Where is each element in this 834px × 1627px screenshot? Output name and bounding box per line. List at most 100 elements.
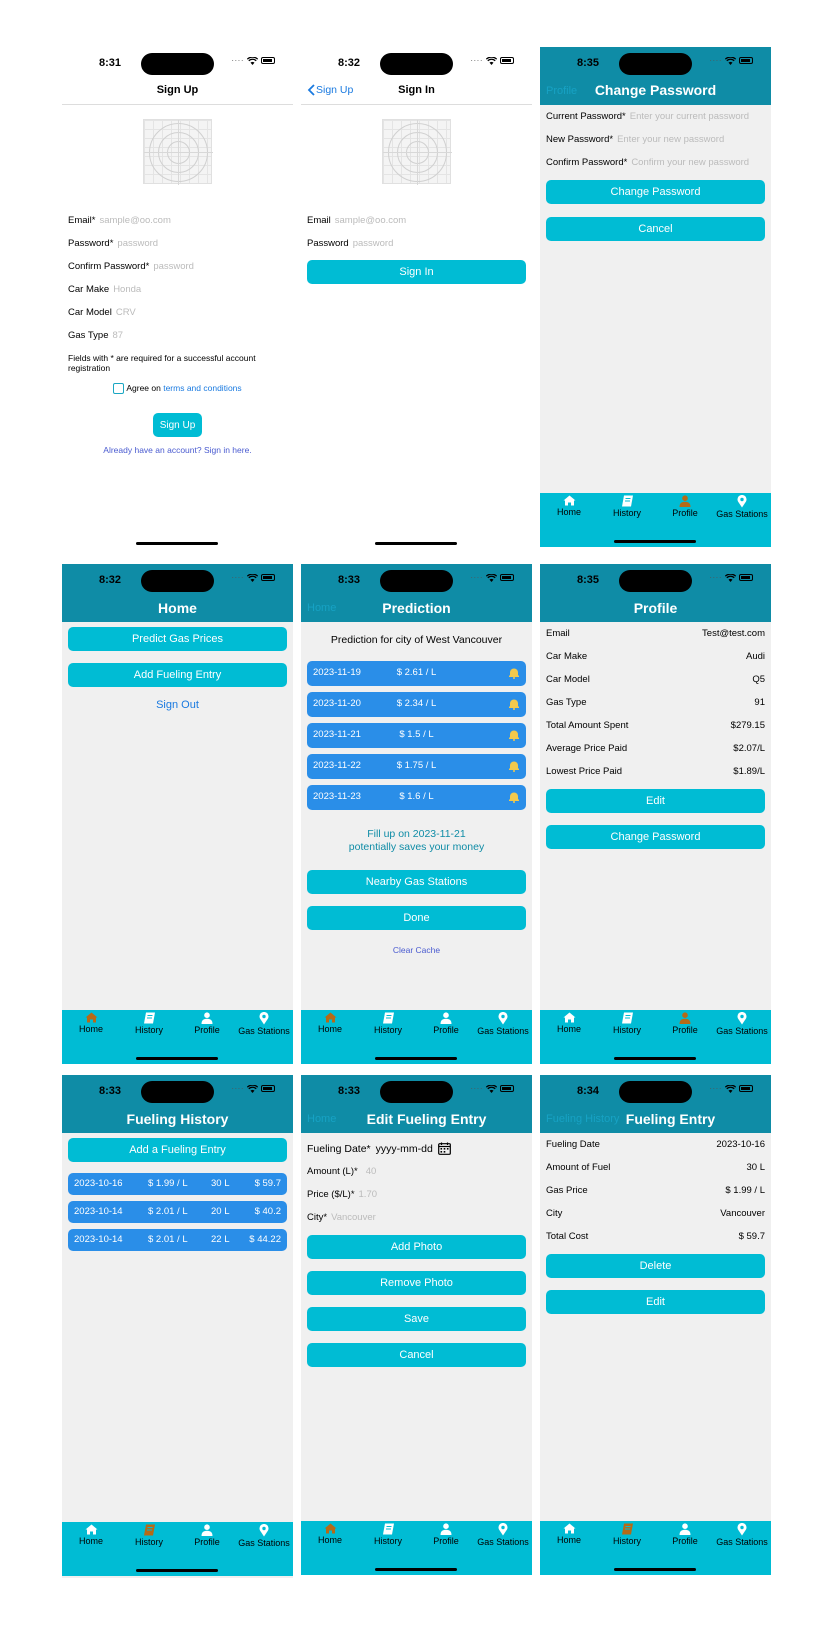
prediction-row[interactable]: 2023-11-20 $ 2.34 / L — [307, 692, 526, 717]
tab-history[interactable]: History — [120, 1524, 178, 1547]
add-fueling-entry-button[interactable]: Add Fueling Entry — [68, 663, 287, 687]
tab-bar: Home History Profile Gas Stations — [540, 1521, 771, 1575]
sign-up-button[interactable]: Sign Up — [153, 413, 202, 437]
tab-history[interactable]: History — [598, 1012, 656, 1035]
gas-type-field[interactable]: Gas Type 87 — [68, 330, 123, 341]
page-title: Edit Fueling Entry — [366, 1111, 487, 1127]
add-photo-button[interactable]: Add Photo — [307, 1235, 526, 1259]
tab-history[interactable]: History — [359, 1523, 417, 1546]
remove-photo-button[interactable]: Remove Photo — [307, 1271, 526, 1295]
tab-home[interactable]: Home — [540, 495, 598, 517]
save-button[interactable]: Save — [307, 1307, 526, 1331]
tab-profile[interactable]: Profile — [656, 495, 714, 518]
terms-link[interactable]: terms and conditions — [163, 383, 241, 393]
edit-button[interactable]: Edit — [546, 789, 765, 813]
tab-history[interactable]: History — [359, 1012, 417, 1035]
tab-profile[interactable]: Profile — [178, 1012, 236, 1035]
tab-history[interactable]: History — [598, 1523, 656, 1546]
tab-history[interactable]: History — [120, 1012, 178, 1035]
tab-profile[interactable]: Profile — [656, 1012, 714, 1035]
tab-profile[interactable]: Profile — [417, 1012, 475, 1035]
bell-icon[interactable] — [508, 729, 520, 741]
add-fueling-entry-button[interactable]: Add a Fueling Entry — [68, 1138, 287, 1162]
new-password-placeholder: Enter your new password — [617, 134, 725, 145]
tab-history-label: History — [134, 1025, 163, 1035]
home-icon — [85, 1524, 97, 1535]
bell-icon[interactable] — [508, 698, 520, 710]
new-password-field[interactable]: New Password* Enter your new password — [546, 134, 724, 145]
tab-gas-stations[interactable]: Gas Stations — [713, 495, 771, 519]
password-field[interactable]: Password* password — [68, 238, 158, 249]
tab-gas-stations[interactable]: Gas Stations — [713, 1523, 771, 1547]
tab-home[interactable]: Home — [301, 1523, 359, 1545]
nav-header: Sign Up — [62, 79, 293, 105]
predict-gas-prices-button[interactable]: Predict Gas Prices — [68, 627, 287, 651]
tab-home[interactable]: Home — [301, 1012, 359, 1034]
tab-gas-stations[interactable]: Gas Stations — [713, 1012, 771, 1036]
signin-link[interactable]: Already have an account? Sign in here. — [62, 445, 293, 455]
email-field[interactable]: Email* sample@oo.com — [68, 215, 171, 226]
clear-cache-link[interactable]: Clear Cache — [301, 945, 532, 955]
entry-label: City — [546, 1208, 563, 1219]
password-field[interactable]: Password password — [307, 238, 393, 249]
tab-history-label: History — [373, 1025, 402, 1035]
cancel-button[interactable]: Cancel — [546, 217, 765, 241]
calendar-icon[interactable] — [437, 1142, 451, 1155]
tab-history[interactable]: History — [598, 495, 656, 518]
tab-profile[interactable]: Profile — [656, 1523, 714, 1546]
tab-gas-stations[interactable]: Gas Stations — [474, 1523, 532, 1547]
dynamic-island — [619, 53, 692, 75]
edit-button[interactable]: Edit — [546, 1290, 765, 1314]
dynamic-island — [619, 570, 692, 592]
delete-button[interactable]: Delete — [546, 1254, 765, 1278]
tab-home[interactable]: Home — [62, 1524, 120, 1546]
fueling-date-placeholder: yyyy-mm-dd — [375, 1142, 433, 1155]
prediction-row[interactable]: 2023-11-19 $ 2.61 / L — [307, 661, 526, 686]
change-password-button[interactable]: Change Password — [546, 180, 765, 204]
terms-checkbox[interactable] — [113, 383, 125, 395]
prediction-row[interactable]: 2023-11-22 $ 1.75 / L — [307, 754, 526, 779]
sign-in-button[interactable]: Sign In — [307, 260, 526, 284]
signal-dots-icon: ···· — [470, 573, 483, 582]
profile-row: Average Price Paid $2.07/L — [546, 743, 765, 754]
change-password-button[interactable]: Change Password — [546, 825, 765, 849]
price-field[interactable]: Price ($/L)* 1.70 — [307, 1189, 377, 1200]
tab-home[interactable]: Home — [540, 1523, 598, 1545]
cancel-button[interactable]: Cancel — [307, 1343, 526, 1367]
history-amount: 20 L — [211, 1206, 230, 1217]
car-model-field[interactable]: Car Model CRV — [68, 307, 136, 318]
wifi-icon — [725, 1084, 736, 1093]
sign-out-link[interactable]: Sign Out — [62, 699, 293, 711]
tab-profile[interactable]: Profile — [417, 1523, 475, 1546]
history-row[interactable]: 2023-10-16 $ 1.99 / L 30 L $ 59.7 — [68, 1173, 287, 1195]
done-button[interactable]: Done — [307, 906, 526, 930]
confirm-password-field[interactable]: Confirm Password* Confirm your new passwo… — [546, 157, 749, 168]
tab-gas-stations[interactable]: Gas Stations — [474, 1012, 532, 1036]
current-password-field[interactable]: Current Password* Enter your current pass… — [546, 111, 749, 122]
bell-icon[interactable] — [508, 791, 520, 803]
tab-home[interactable]: Home — [62, 1012, 120, 1034]
nearby-gas-stations-button[interactable]: Nearby Gas Stations — [307, 870, 526, 894]
confirm-password-field[interactable]: Confirm Password* password — [68, 261, 194, 272]
fueling-date-field[interactable]: Fueling Date* yyyy-mm-dd — [307, 1142, 451, 1155]
car-make-field[interactable]: Car Make Honda — [68, 284, 141, 295]
battery-icon — [261, 1085, 275, 1092]
bell-icon[interactable] — [508, 760, 520, 772]
battery-icon — [739, 1085, 753, 1092]
history-row[interactable]: 2023-10-14 $ 2.01 / L 20 L $ 40.2 — [68, 1201, 287, 1223]
person-icon — [679, 1523, 691, 1535]
amount-field[interactable]: Amount (L)* 40 — [307, 1166, 376, 1177]
tab-gas-stations[interactable]: Gas Stations — [235, 1012, 293, 1036]
city-field[interactable]: City* Vancouver — [307, 1212, 376, 1223]
history-row[interactable]: 2023-10-14 $ 2.01 / L 22 L $ 44.22 — [68, 1229, 287, 1251]
tab-bar: Home History Profile Gas Stations — [540, 1010, 771, 1064]
bell-icon[interactable] — [508, 667, 520, 679]
email-field[interactable]: Email sample@oo.com — [307, 215, 406, 226]
tab-profile[interactable]: Profile — [178, 1524, 236, 1547]
entry-value: $ 59.7 — [738, 1231, 765, 1242]
prediction-row[interactable]: 2023-11-23 $ 1.6 / L — [307, 785, 526, 810]
prediction-row[interactable]: 2023-11-21 $ 1.5 / L — [307, 723, 526, 748]
home-screen: Home 8:32 ···· Predict Gas Prices Add Fu… — [62, 564, 293, 1064]
tab-home[interactable]: Home — [540, 1012, 598, 1034]
tab-gas-stations[interactable]: Gas Stations — [235, 1524, 293, 1548]
